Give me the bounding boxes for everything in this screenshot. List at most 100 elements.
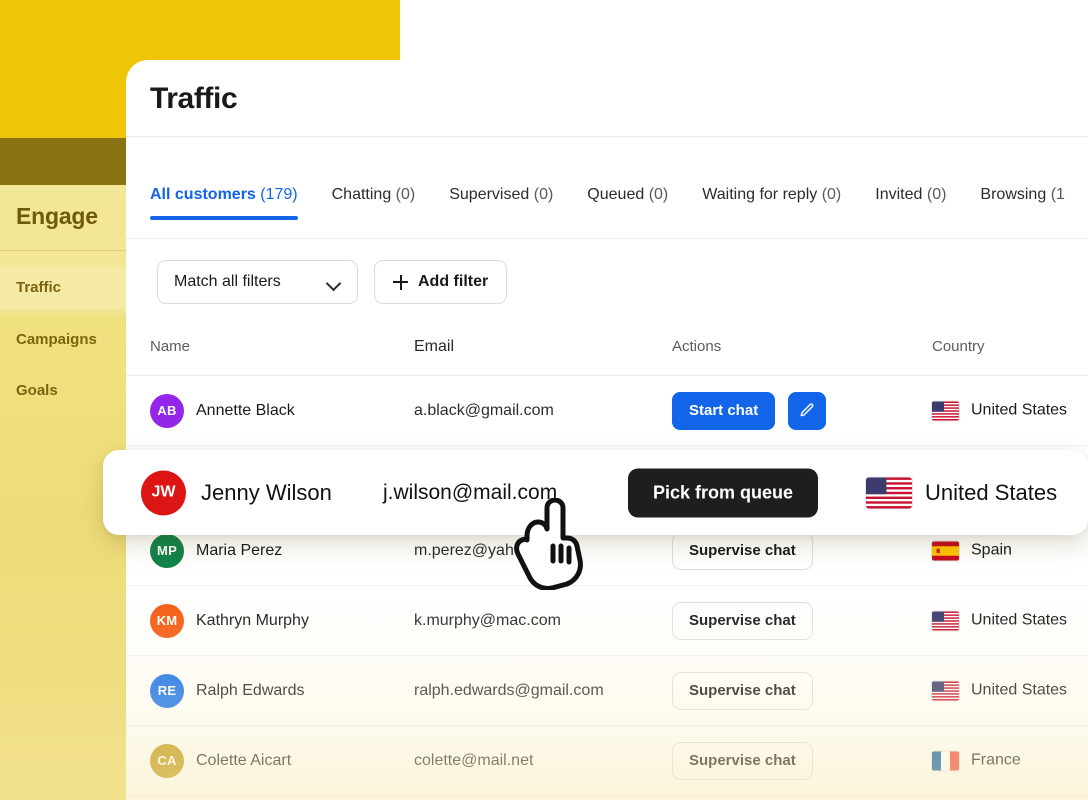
customer-name: Jenny Wilson (201, 480, 332, 506)
tab-bar-divider (126, 238, 1088, 239)
tab-label: Queued (587, 186, 644, 203)
pencil-icon (798, 402, 815, 419)
page-title: Traffic (150, 82, 237, 116)
supervise-chat-button[interactable]: Supervise chat (672, 532, 813, 570)
tab-invited[interactable]: Invited (0) (875, 186, 946, 220)
country-name: Spain (971, 542, 1012, 560)
country-name: United States (971, 402, 1067, 420)
customer-email: m.perez@yah (414, 542, 514, 560)
pick-from-queue-button[interactable]: Pick from queue (628, 468, 818, 517)
country-name: United States (971, 612, 1067, 630)
cell-country: United States (932, 611, 1067, 630)
customer-name: Colette Aicart (196, 752, 291, 770)
tab-label: Supervised (449, 186, 529, 203)
customer-email: ralph.edwards@gmail.com (414, 682, 604, 700)
tab-label: Waiting for reply (702, 186, 817, 203)
tab-count: (0) (396, 186, 416, 203)
cell-actions: Supervise chat (672, 742, 813, 780)
panel-header: Traffic (126, 60, 1088, 137)
table-row[interactable]: RE Ralph Edwards ralph.edwards@gmail.com… (126, 656, 1088, 726)
cell-name: MP Maria Perez (150, 534, 282, 568)
start-chat-button[interactable]: Start chat (672, 392, 775, 430)
cell-country: Spain (932, 541, 1012, 560)
avatar: KM (150, 604, 184, 638)
sidebar-divider (0, 250, 126, 251)
match-filters-dropdown[interactable]: Match all filters (157, 260, 358, 304)
cell-actions: Supervise chat (672, 672, 813, 710)
cell-country: United States (932, 401, 1067, 420)
edit-customer-button[interactable] (788, 392, 826, 430)
table-row[interactable]: AB Annette Black a.black@gmail.com Start… (126, 376, 1088, 446)
tab-count: (0) (927, 186, 947, 203)
customer-email: j.wilson@mail.com (383, 481, 557, 505)
plus-icon (393, 275, 408, 290)
cell-country: France (932, 751, 1021, 770)
tab-browsing[interactable]: Browsing (1 (980, 186, 1065, 220)
tab-bar: All customers (179) Chatting (0) Supervi… (150, 186, 1088, 220)
tab-count: (0) (822, 186, 842, 203)
cell-actions: Supervise chat (672, 532, 813, 570)
column-header-actions: Actions (672, 338, 721, 355)
avatar: AB (150, 394, 184, 428)
add-filter-label: Add filter (418, 273, 488, 291)
supervise-chat-button[interactable]: Supervise chat (672, 602, 813, 640)
customers-table: Name Email Actions Country AB Annette Bl… (126, 328, 1088, 796)
tab-label: All customers (150, 186, 256, 203)
filter-toolbar: Match all filters Add filter (157, 260, 507, 304)
avatar: CA (150, 744, 184, 778)
add-filter-button[interactable]: Add filter (374, 260, 507, 304)
flag-us-icon (932, 401, 959, 420)
supervise-chat-button[interactable]: Supervise chat (672, 742, 813, 780)
highlighted-table-row[interactable]: JW Jenny Wilson j.wilson@mail.com Pick f… (103, 450, 1088, 535)
tab-all-customers[interactable]: All customers (179) (150, 186, 298, 220)
country-name: United States (971, 682, 1067, 700)
table-row[interactable]: KM Kathryn Murphy k.murphy@mac.com Super… (126, 586, 1088, 656)
match-filters-label: Match all filters (174, 273, 281, 291)
tab-count: (0) (534, 186, 554, 203)
screen: Engage Traffic Campaigns Goals Traffic A… (0, 0, 1088, 800)
flag-us-icon (932, 681, 959, 700)
avatar: JW (141, 470, 186, 515)
tab-label: Invited (875, 186, 922, 203)
flag-fr-icon (932, 751, 959, 770)
customer-name: Maria Perez (196, 542, 282, 560)
tab-waiting-for-reply[interactable]: Waiting for reply (0) (702, 186, 841, 220)
flag-us-icon (932, 611, 959, 630)
tab-label: Browsing (980, 186, 1046, 203)
chevron-down-icon (327, 278, 341, 286)
customer-name: Kathryn Murphy (196, 612, 309, 630)
sidebar-brand: Engage (16, 203, 98, 230)
sidebar-item-traffic[interactable]: Traffic (16, 279, 61, 296)
column-header-email: Email (414, 338, 454, 356)
tab-count: (1 (1051, 186, 1065, 203)
avatar: MP (150, 534, 184, 568)
country-name: France (971, 752, 1021, 770)
tab-label: Chatting (332, 186, 392, 203)
tab-queued[interactable]: Queued (0) (587, 186, 668, 220)
flag-us-icon (866, 477, 912, 508)
cell-name: KM Kathryn Murphy (150, 604, 309, 638)
main-panel: Traffic All customers (179) Chatting (0)… (126, 60, 1088, 800)
cell-name: RE Ralph Edwards (150, 674, 305, 708)
customer-email: a.black@gmail.com (414, 402, 554, 420)
tab-count: (179) (260, 186, 297, 203)
cell-actions: Supervise chat (672, 602, 813, 640)
tab-supervised[interactable]: Supervised (0) (449, 186, 553, 220)
cell-actions: Start chat (672, 392, 826, 430)
flag-es-icon (932, 541, 959, 560)
cell-country: United States (932, 681, 1067, 700)
column-header-name: Name (150, 338, 190, 355)
table-row[interactable]: CA Colette Aicart colette@mail.net Super… (126, 726, 1088, 796)
column-header-country: Country (932, 338, 985, 355)
sidebar-item-goals[interactable]: Goals (16, 382, 58, 399)
cell-name: AB Annette Black (150, 394, 295, 428)
avatar: RE (150, 674, 184, 708)
country-name: United States (925, 480, 1057, 506)
customer-name: Annette Black (196, 402, 295, 420)
tab-chatting[interactable]: Chatting (0) (332, 186, 416, 220)
customer-email: colette@mail.net (414, 752, 533, 770)
cell-name: CA Colette Aicart (150, 744, 291, 778)
customer-name: Ralph Edwards (196, 682, 305, 700)
supervise-chat-button[interactable]: Supervise chat (672, 672, 813, 710)
sidebar-item-campaigns[interactable]: Campaigns (16, 331, 97, 348)
